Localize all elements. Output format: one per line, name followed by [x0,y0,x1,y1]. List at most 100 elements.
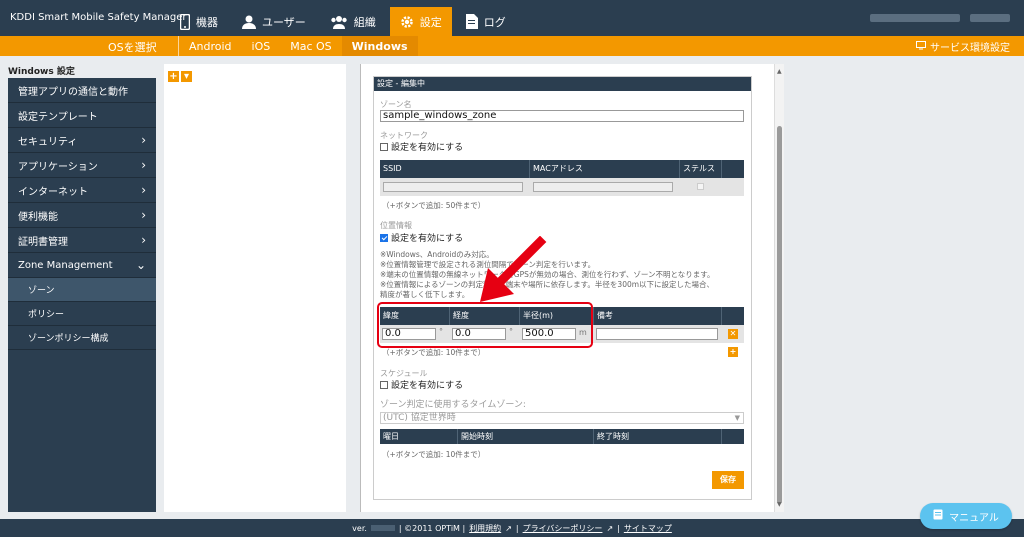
annotation-arrow-icon [480,236,547,302]
service-settings-label: サービス環境設定 [930,43,1010,54]
nav-settings-label: 設定 [419,15,442,29]
tab-ios[interactable]: iOS [242,36,281,56]
dropdown-button[interactable]: ▾ [181,71,192,82]
longitude-input[interactable]: 0.0 [452,328,506,340]
zone-name-input[interactable]: sample_windows_zone [380,110,744,122]
schedule-enable-checkbox[interactable] [380,380,388,389]
location-enable-row[interactable]: 設定を有効にする [380,231,463,244]
scroll-down-icon[interactable]: ▼ [777,501,782,508]
sidebar-item-utilities[interactable]: 便利機能 › [8,203,156,228]
group-icon [330,15,348,29]
nav-users[interactable]: ユーザー [232,7,316,36]
network-enable-label: 設定を有効にする [391,143,464,153]
nav-groups[interactable]: 組織 [320,7,386,36]
manual-button[interactable]: マニュアル [920,503,1012,529]
scrollbar-thumb[interactable] [777,126,782,504]
os-bar: OSを選択 Android iOS Mac OS Windows サービス環境設… [0,36,1024,56]
radius-unit: m [579,328,587,337]
version-value [370,525,395,531]
main-nav: 機器 ユーザー 組織 設定 ログ [170,7,516,36]
nav-users-label: ユーザー [262,15,306,29]
schedule-enable-row[interactable]: 設定を有効にする [380,378,463,391]
tab-macos[interactable]: Mac OS [280,36,341,56]
location-label: 位置情報 [380,221,412,230]
form-header: 設定 - 編集中 [374,77,751,91]
stealth-checkbox[interactable] [697,183,704,190]
latitude-unit: ° [439,327,443,336]
sidebar-subitem-zone-policy[interactable]: ゾーンポリシー構成 [8,326,156,350]
remarks-input[interactable] [596,328,718,340]
timezone-select[interactable]: (UTC) 協定世界時 ▼ [380,412,744,424]
wifi-table-row [380,178,744,196]
mac-input[interactable] [533,182,673,192]
col-longitude: 経度 [450,307,520,325]
phone-icon [180,13,190,30]
sidebar-item-internet[interactable]: インターネット › [8,178,156,203]
col-mac: MACアドレス [530,160,680,178]
save-button[interactable]: 保存 [712,471,744,489]
os-select-label: OSを選択 [108,41,157,54]
chevron-right-icon: › [141,233,146,247]
document-icon [465,14,478,29]
chevron-right-icon: › [141,133,146,147]
sidebar-title: Windows 設定 [8,67,75,77]
tab-android[interactable]: Android [179,36,242,56]
version-label: ver. [352,523,367,533]
add-location-button[interactable]: + [728,347,738,357]
editor-panel: 設定 - 編集中 ゾーン名 sample_windows_zone ネットワーク… [360,64,784,512]
col-weekday: 曜日 [380,429,458,444]
sidebar-subitem-zone[interactable]: ゾーン [8,278,156,302]
sidebar-item-agent-communication[interactable]: 管理アプリの通信と動作 [8,78,156,103]
schedule-table-header: 曜日 開始時刻 終了時刻 [380,429,744,444]
nav-logs[interactable]: ログ [456,7,516,36]
ssid-input[interactable] [383,182,523,192]
sidebar-item-label: セキュリティ [18,136,78,148]
geo-table-row: 0.0 ° 0.0 ° 500.0 m ✕ [380,325,744,343]
nav-settings[interactable]: 設定 [389,7,452,36]
chevron-right-icon: › [141,158,146,172]
manual-button-label: マニュアル [949,512,999,524]
sidebar: 管理アプリの通信と動作 設定テンプレート セキュリティ › アプリケーション › イ… [8,78,156,512]
sidebar-subitem-policy[interactable]: ポリシー [8,302,156,326]
user-account-area[interactable] [870,14,1010,22]
latitude-input[interactable]: 0.0 [382,328,436,340]
sitemap-link[interactable]: サイトマップ [624,523,672,534]
terms-link[interactable]: 利用規約 [469,523,501,534]
location-enable-label: 設定を有効にする [391,234,464,244]
os-tabs: Android iOS Mac OS Windows [178,36,418,56]
sidebar-item-label: 証明書管理 [18,236,68,248]
schedule-enable-label: 設定を有効にする [391,381,464,391]
col-remarks: 備考 [594,307,722,325]
privacy-link[interactable]: プライバシーポリシー [523,523,603,534]
copyright: | ©2011 OPTiM | [398,523,466,533]
tab-windows[interactable]: Windows [341,36,418,56]
sidebar-item-label: 設定テンプレート [18,111,98,123]
network-enable-checkbox[interactable] [380,142,388,151]
nav-groups-label: 組織 [353,15,376,29]
scroll-up-icon[interactable]: ▲ [777,68,782,75]
sidebar-item-templates[interactable]: 設定テンプレート [8,103,156,128]
schedule-note: （+ボタンで追加: 10件まで） [382,450,486,459]
service-settings-link[interactable]: サービス環境設定 [916,39,1010,54]
tree-toolbar: + ▾ [168,71,192,82]
add-button[interactable]: + [168,71,179,82]
delete-row-button[interactable]: ✕ [728,329,738,339]
radius-input[interactable]: 500.0 [522,328,576,340]
sidebar-item-certificates[interactable]: 証明書管理 › [8,228,156,253]
sidebar-item-applications[interactable]: アプリケーション › [8,153,156,178]
sidebar-item-zone-management[interactable]: Zone Management ⌄ [8,253,156,278]
gear-icon [400,15,414,29]
tree-panel: + ▾ [164,64,346,512]
col-radius: 半径(m) [520,307,594,325]
nav-devices[interactable]: 機器 [170,7,228,36]
timezone-label: ゾーン判定に使用するタイムゾーン: [380,400,526,410]
location-enable-checkbox[interactable] [380,233,388,242]
sidebar-item-label: 便利機能 [18,211,58,223]
scrollbar[interactable]: ▲ ▼ [774,64,784,512]
col-start-time: 開始時刻 [458,429,594,444]
nav-logs-label: ログ [483,15,506,29]
sidebar-item-security[interactable]: セキュリティ › [8,128,156,153]
chevron-down-icon: ▼ [734,414,740,422]
wifi-table-header: SSID MACアドレス ステルス [380,160,744,178]
network-enable-row[interactable]: 設定を有効にする [380,140,463,153]
